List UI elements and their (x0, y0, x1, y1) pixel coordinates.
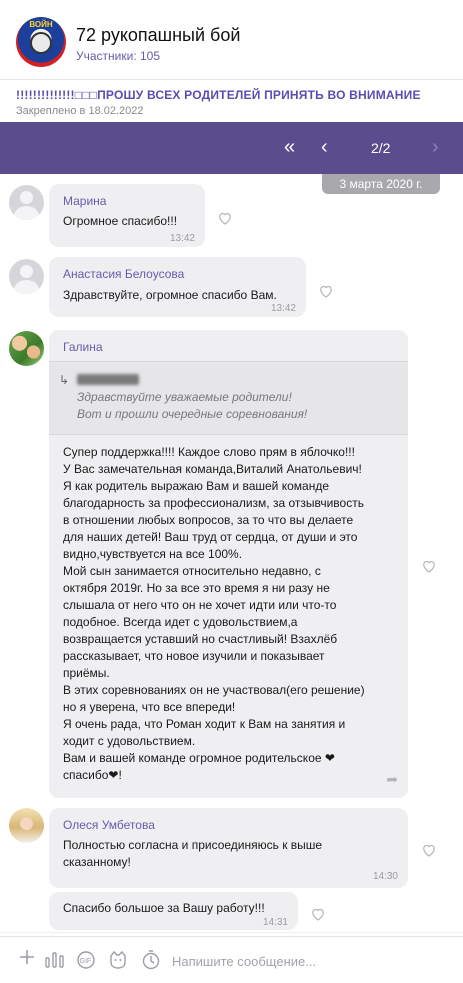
reply-arrow-icon: ↳ (59, 373, 70, 387)
group-avatar[interactable]: ВОЙН (16, 17, 66, 67)
message-time: 14:31 (262, 917, 288, 928)
pinned-message[interactable]: !!!!!!!!!!!!!!□□□ПРОШУ ВСЕХ РОДИТЕЛЕЙ ПР… (0, 80, 463, 122)
forward-icon[interactable]: ➦ (386, 771, 398, 788)
poll-icon[interactable] (45, 950, 65, 973)
like-heart-icon[interactable] (309, 905, 327, 923)
quoted-author-blurred (77, 374, 139, 385)
pinned-text: !!!!!!!!!!!!!!□□□ПРОШУ ВСЕХ РОДИТЕЛЕЙ ПР… (16, 88, 421, 102)
avatar[interactable] (9, 808, 44, 843)
like-heart-icon[interactable] (420, 557, 438, 575)
message-text: Спасибо большое за Вашу работу!!! (63, 901, 265, 915)
message-time: 14:30 (372, 871, 398, 882)
message-composer: GIF (0, 936, 463, 983)
message-text: Здравствуйте, огромное спасибо Вам. (63, 288, 277, 302)
plus-icon[interactable] (18, 948, 36, 971)
date-separator: 3 марта 2020 г. (322, 174, 440, 194)
quoted-message[interactable]: ↳ Здравствуйте уважаемые родители! Вот и… (49, 361, 408, 435)
avatar[interactable] (9, 331, 44, 366)
pinned-date: Закреплено в 18.02.2022 (16, 105, 144, 117)
previous-page-icon[interactable]: ‹ (321, 136, 328, 158)
message-text: Супер поддержка!!!! Каждое слово прям в … (63, 445, 365, 782)
members-count[interactable]: Участники: 105 (76, 49, 160, 63)
group-logo-text: ВОЙН (29, 20, 53, 29)
like-heart-icon[interactable] (216, 209, 234, 227)
chat-title[interactable]: 72 рукопашный бой (76, 25, 240, 46)
gif-icon[interactable]: GIF (75, 951, 97, 974)
sender-name[interactable]: Галина (63, 340, 103, 354)
composer-divider (0, 932, 463, 933)
message-input[interactable] (172, 951, 452, 971)
sticker-icon[interactable] (108, 950, 128, 975)
svg-text:GIF: GIF (80, 958, 92, 965)
message-time: 13:42 (270, 303, 296, 314)
message-bubble[interactable]: Марина Огромное спасибо!!! 13:42 (49, 184, 205, 247)
next-page-icon[interactable]: › (432, 136, 439, 158)
message-time: 13:42 (169, 233, 195, 244)
message-text: Полностью согласна и присоединяюсь к выш… (63, 838, 323, 869)
message-bubble[interactable]: Анастасия Белоусова Здравствуйте, огромн… (49, 257, 306, 317)
message-bubble[interactable]: Галина ↳ Здравствуйте уважаемые родители… (49, 330, 408, 798)
sender-name[interactable]: Олеся Умбетова (63, 818, 155, 832)
chat-header: ВОЙН 72 рукопашный бой Участники: 105 (0, 0, 463, 80)
first-page-icon[interactable]: « (284, 136, 295, 158)
like-heart-icon[interactable] (317, 282, 335, 300)
timer-icon[interactable] (141, 950, 161, 975)
pinned-navigation-bar: « ‹ 2/2 › (0, 122, 463, 174)
group-logo-emblem (30, 32, 52, 54)
quoted-text: Здравствуйте уважаемые родители! Вот и п… (77, 390, 308, 421)
message-bubble[interactable]: Спасибо большое за Вашу работу!!! 14:31 (49, 892, 298, 930)
message-text: Огромное спасибо!!! (63, 214, 178, 228)
sender-name[interactable]: Марина (63, 194, 106, 208)
like-heart-icon[interactable] (420, 841, 438, 859)
page-counter: 2/2 (371, 140, 391, 156)
message-bubble[interactable]: Олеся Умбетова Полностью согласна и прис… (49, 808, 408, 888)
avatar[interactable] (9, 259, 44, 294)
avatar[interactable] (9, 185, 44, 220)
sender-name[interactable]: Анастасия Белоусова (63, 267, 184, 281)
